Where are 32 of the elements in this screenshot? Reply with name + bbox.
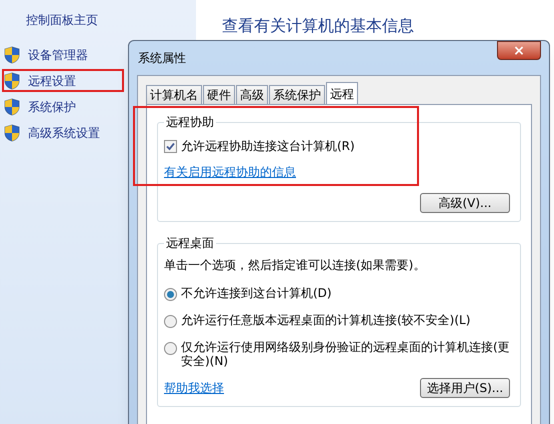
- group-title: 远程协助: [165, 114, 215, 131]
- radio-label: 仅允许运行使用网络级别身份验证的远程桌面的计算机连接(更安全)(N): [181, 340, 511, 368]
- check-icon: [166, 142, 175, 150]
- radio-button[interactable]: [164, 315, 177, 328]
- sidebar-item[interactable]: 设备管理器: [4, 45, 122, 64]
- shield-icon: [4, 46, 20, 64]
- dialog-button[interactable]: 高级(V)...: [420, 193, 510, 213]
- tab[interactable]: 远程: [326, 82, 358, 104]
- hint-text: 单击一个选项，然后指定谁可以连接(如果需要)。: [164, 257, 426, 274]
- shield-icon: [4, 124, 20, 142]
- group-title: 远程桌面: [165, 235, 215, 252]
- help-link[interactable]: 帮助我选择: [164, 379, 224, 397]
- shield-icon: [4, 98, 20, 116]
- shield-icon: [4, 72, 20, 90]
- radio-button[interactable]: [164, 342, 177, 355]
- radio-button[interactable]: [164, 288, 177, 301]
- radio-label: 允许运行任意版本远程桌面的计算机连接(较不安全)(L): [181, 313, 470, 327]
- page-title: 查看有关计算机的基本信息: [222, 15, 415, 37]
- tab[interactable]: 系统保护: [269, 85, 325, 104]
- help-link[interactable]: 有关启用远程协助的信息: [164, 163, 296, 181]
- sidebar-item[interactable]: 系统保护: [4, 97, 122, 116]
- radio-label: 不允许连接到这台计算机(D): [181, 286, 332, 300]
- sidebar-item[interactable]: 远程设置: [4, 71, 122, 90]
- sidebar-home-link[interactable]: 控制面板主页: [26, 11, 196, 29]
- dialog-button[interactable]: 选择用户(S)...: [420, 378, 510, 398]
- tab[interactable]: 高级: [236, 85, 268, 104]
- dialog-title: 系统属性: [138, 50, 186, 67]
- sidebar-item[interactable]: 高级系统设置: [4, 123, 122, 142]
- checkbox-label: 允许远程协助连接这台计算机(R): [181, 138, 355, 155]
- tab[interactable]: 计算机名: [146, 85, 202, 104]
- checkbox[interactable]: [164, 140, 177, 152]
- tab[interactable]: 硬件: [203, 85, 235, 104]
